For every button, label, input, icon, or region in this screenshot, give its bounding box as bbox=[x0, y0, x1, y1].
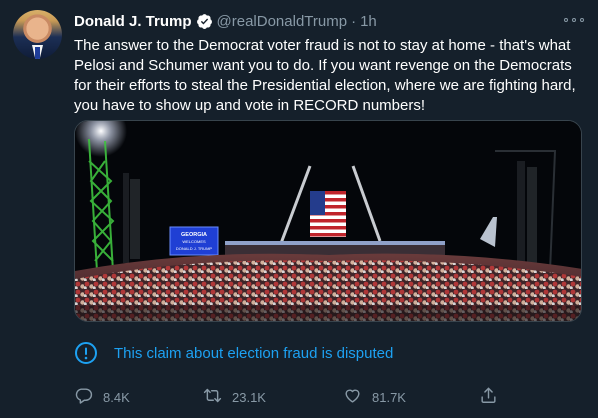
retweet-icon bbox=[203, 386, 222, 408]
sign-text-line3: DONALD J. TRUMP bbox=[176, 246, 212, 251]
tweet-text: The answer to the Democrat voter fraud i… bbox=[74, 37, 576, 114]
info-icon bbox=[74, 341, 98, 365]
share-icon bbox=[479, 386, 498, 408]
separator-dot: · bbox=[351, 12, 357, 30]
disputed-claim-notice[interactable]: This claim about election fraud is dispu… bbox=[74, 340, 393, 366]
tweet-actions: 8.4K 23.1K 81.7K bbox=[74, 387, 584, 407]
disputed-claim-label[interactable]: This claim about election fraud is dispu… bbox=[114, 345, 393, 362]
share-button[interactable] bbox=[479, 387, 498, 407]
retweet-count: 23.1K bbox=[232, 389, 266, 405]
author-handle[interactable]: @realDonaldTrump bbox=[217, 13, 348, 30]
like-count: 81.7K bbox=[372, 389, 406, 405]
tweet-header: Donald J. Trump @realDonaldTrump · 1h bbox=[74, 11, 377, 31]
more-options-icon[interactable] bbox=[564, 13, 584, 27]
reply-icon bbox=[74, 386, 93, 408]
verified-badge-icon bbox=[196, 13, 213, 30]
reply-button[interactable]: 8.4K bbox=[74, 387, 130, 407]
sign-text-line2: WELCOMES bbox=[182, 239, 206, 244]
like-icon bbox=[343, 386, 362, 408]
avatar[interactable] bbox=[13, 10, 62, 59]
more-dot bbox=[580, 18, 584, 22]
tweet-media-image[interactable]: GEORGIA WELCOMES DONALD J. TRUMP bbox=[74, 120, 582, 322]
more-dot bbox=[572, 18, 576, 22]
author-name[interactable]: Donald J. Trump bbox=[74, 13, 192, 30]
reply-count: 8.4K bbox=[103, 389, 130, 405]
retweet-button[interactable]: 23.1K bbox=[203, 387, 266, 407]
sign-text-line1: GEORGIA bbox=[181, 232, 207, 238]
more-dot bbox=[564, 18, 568, 22]
tweet-timestamp[interactable]: 1h bbox=[360, 13, 377, 30]
like-button[interactable]: 81.7K bbox=[343, 387, 406, 407]
avatar-tie bbox=[35, 47, 40, 59]
